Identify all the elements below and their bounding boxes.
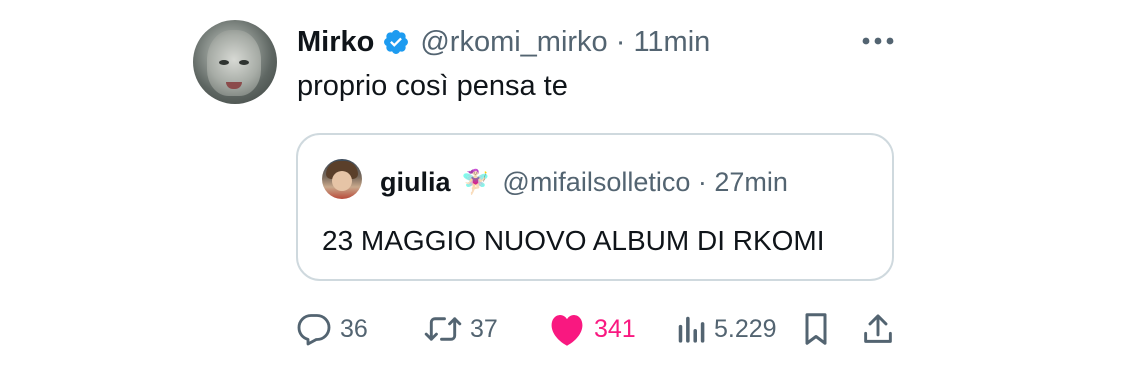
views-icon [678,316,705,343]
avatar-eye-left [219,60,229,65]
avatar-mouth [226,82,242,89]
reply-icon [297,314,331,346]
avatar-face [207,30,261,96]
like-icon [551,315,583,346]
like-count: 341 [594,314,636,343]
more-icon [862,37,894,45]
quoted-author-name[interactable]: giulia [380,167,451,198]
quoted-tweet-text: 23 MAGGIO NUOVO ALBUM DI RKOMI [322,225,825,256]
reply-button[interactable]: 36 [296,310,368,348]
views-count: 5.229 [714,314,777,343]
bookmark-button[interactable] [802,310,830,348]
tweet-header: Mirko @rkomi_mirko · 11min [297,24,710,60]
quoted-author-handle-time[interactable]: @mifailsolletico · 27min [502,167,788,198]
fairy-emoji-icon: 🧚🏻‍♀️ [460,168,491,196]
views-button[interactable]: 5.229 [676,310,777,348]
author-name[interactable]: Mirko [297,26,374,59]
repost-icon [424,317,462,341]
repost-button[interactable]: 37 [424,310,498,348]
avatar-eye-right [239,60,249,65]
quoted-author-avatar[interactable] [322,159,362,199]
like-button[interactable]: 341 [548,310,636,348]
more-button[interactable] [858,26,898,56]
verified-badge-icon [384,30,409,54]
tweet-actions: 36 37 341 5.229 [296,310,896,348]
reply-count: 36 [340,314,368,343]
quoted-tweet-card[interactable]: giulia 🧚🏻‍♀️ @mifailsolletico · 27min 23… [296,133,894,281]
quoted-tweet-header: giulia 🧚🏻‍♀️ @mifailsolletico · 27min [380,167,788,198]
tweet-text: proprio così pensa te [297,70,568,102]
author-handle-time[interactable]: @rkomi_mirko · 11min [420,26,710,59]
repost-count: 37 [470,314,498,343]
quoted-avatar-face [332,171,352,191]
share-icon [864,314,892,343]
author-avatar[interactable] [193,20,277,104]
share-button[interactable] [862,310,894,348]
bookmark-icon [805,313,827,345]
